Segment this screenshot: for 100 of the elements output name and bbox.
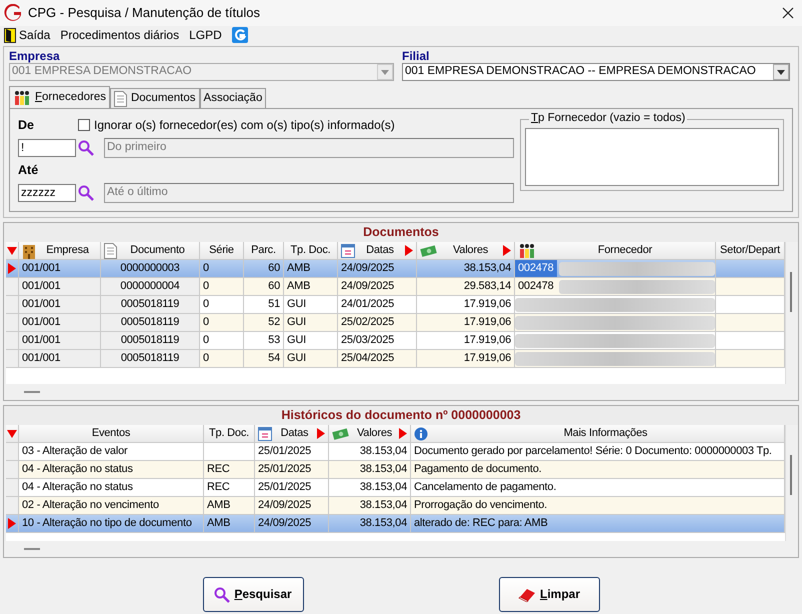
row-indicator[interactable] bbox=[6, 278, 19, 296]
table-cell: 0 bbox=[200, 314, 244, 332]
eraser-icon bbox=[518, 588, 536, 602]
action-button[interactable]: Limpar bbox=[498, 577, 600, 612]
table-cell: 10 - Alteração no tipo de documento bbox=[19, 515, 204, 533]
list-field[interactable] bbox=[525, 128, 779, 186]
row-indicator[interactable] bbox=[6, 350, 19, 368]
column-header[interactable]: Eventos bbox=[19, 425, 204, 443]
table-cell: 17.919,06 bbox=[417, 350, 515, 368]
table-cell: 0005018119 bbox=[101, 350, 200, 368]
column-header[interactable]: Valores bbox=[417, 242, 515, 260]
column-header[interactable]: Documento bbox=[101, 242, 200, 260]
calendar-icon bbox=[258, 426, 272, 440]
logo-icon bbox=[4, 4, 22, 22]
row-pointer-icon bbox=[8, 263, 16, 274]
search-icon[interactable] bbox=[78, 140, 94, 156]
selected-row[interactable]: 10 - Alteração no tipo de documento AMB 24/09/2025 38.153,04 alterado de: REC para: AMB bbox=[6, 515, 785, 533]
scrollbar[interactable] bbox=[785, 242, 796, 384]
table-cell: 25/01/2025 bbox=[255, 461, 329, 479]
window-title: CPG - Pesquisa / Manutenção de títulos bbox=[28, 5, 260, 21]
table-cell: AMB bbox=[204, 515, 255, 533]
row-indicator[interactable] bbox=[6, 461, 19, 479]
table-cell: 0 bbox=[200, 350, 244, 368]
table-cell: 001/001 bbox=[19, 314, 101, 332]
table-cell: alterado de: REC para: AMB bbox=[411, 515, 785, 533]
input-field[interactable]: zzzzzz bbox=[18, 184, 76, 202]
column-header[interactable]: Empresa bbox=[19, 242, 101, 260]
dropdown-field[interactable]: 001 EMPRESA DEMONSTRACAO -- EMPRESA DEMONSTRACAO bbox=[402, 63, 790, 82]
column-header[interactable]: Parc. bbox=[244, 242, 284, 260]
table-row[interactable]: 001/001 0005018119 0 52 GUI 25/02/2025 17.919,06 bbox=[6, 314, 785, 332]
row-pointer-icon bbox=[8, 518, 16, 529]
table-cell: 38.153,04 bbox=[329, 461, 411, 479]
close-icon[interactable] bbox=[782, 7, 794, 19]
table-cell: 52 bbox=[244, 314, 284, 332]
selected-row[interactable]: 001/001 0000000003 0 60 AMB 24/09/2025 38.153,04 002478 bbox=[6, 260, 785, 278]
tab[interactable]: Documentos bbox=[110, 88, 200, 108]
row-indicator[interactable] bbox=[6, 479, 19, 497]
building-icon bbox=[22, 242, 36, 258]
checkbox[interactable] bbox=[78, 119, 90, 131]
column-header[interactable]: Datas bbox=[338, 242, 417, 260]
group-title: Tp Fornecedor (vazio = todos) bbox=[529, 112, 688, 126]
table-cell: 0005018119 bbox=[101, 332, 200, 350]
description-field: Até o último bbox=[104, 183, 514, 204]
column-header[interactable]: Setor/Depart bbox=[716, 242, 785, 260]
column-header[interactable]: Mais Informações bbox=[411, 425, 785, 443]
table-cell: GUI bbox=[284, 350, 338, 368]
table-row[interactable]: 02 - Alteração no vencimento AMB 24/09/2025 38.153,04 Prorrogação do vencimento. bbox=[6, 497, 785, 515]
menu-item[interactable]: Saída bbox=[4, 28, 50, 42]
people-icon bbox=[13, 90, 31, 106]
column-header[interactable]: Valores bbox=[329, 425, 411, 443]
table-cell: 0000000004 bbox=[101, 278, 200, 296]
action-button[interactable]: Pesquisar bbox=[202, 577, 304, 612]
row-indicator[interactable] bbox=[6, 443, 19, 461]
dropdown-arrow-icon bbox=[777, 70, 785, 75]
tab[interactable]: Associação bbox=[200, 88, 266, 108]
table-cell: 001/001 bbox=[19, 350, 101, 368]
people-icon bbox=[518, 242, 536, 258]
row-indicator[interactable] bbox=[6, 515, 19, 533]
app-icon[interactable] bbox=[232, 27, 248, 43]
description-field: Do primeiro bbox=[104, 138, 514, 158]
table-cell: 25/04/2025 bbox=[338, 350, 417, 368]
table-row[interactable]: 001/001 0000000004 0 60 AMB 24/09/2025 29.583,14 002478 bbox=[6, 278, 785, 296]
table-cell: 0005018119 bbox=[101, 296, 200, 314]
field-label: Filial bbox=[402, 49, 430, 64]
calendar-icon bbox=[341, 244, 355, 258]
row-indicator[interactable] bbox=[6, 497, 19, 515]
document-icon bbox=[104, 242, 117, 258]
menu-item[interactable]: Procedimentos diários bbox=[60, 28, 180, 42]
search-icon[interactable] bbox=[78, 185, 94, 202]
row-indicator[interactable] bbox=[6, 296, 19, 314]
panel-title: Documentos bbox=[4, 223, 798, 242]
field-label: Empresa bbox=[9, 49, 61, 64]
column-header[interactable]: Fornecedor bbox=[515, 242, 716, 260]
table-cell: 24/09/2025 bbox=[338, 278, 417, 296]
info-icon bbox=[414, 426, 428, 440]
table-cell: 17.919,06 bbox=[417, 314, 515, 332]
table-row[interactable]: 001/001 0005018119 0 54 GUI 25/04/2025 17.919,06 bbox=[6, 350, 785, 368]
table-row[interactable]: 04 - Alteração no status REC 25/01/2025 38.153,04 Pagamento de documento. bbox=[6, 461, 785, 479]
table-cell: 04 - Alteração no status bbox=[19, 461, 204, 479]
table-cell: AMB bbox=[284, 278, 338, 296]
table-cell: 0 bbox=[200, 278, 244, 296]
input-field[interactable]: ! bbox=[18, 138, 76, 157]
column-header[interactable]: Tp. Doc. bbox=[284, 242, 338, 260]
table-cell: 54 bbox=[244, 350, 284, 368]
document-icon bbox=[114, 90, 127, 107]
column-header[interactable]: Série bbox=[200, 242, 244, 260]
sort-arrow-icon bbox=[7, 246, 17, 254]
field-label: Até bbox=[18, 163, 40, 178]
tab[interactable]: Fornecedores bbox=[9, 86, 110, 108]
scrollbar[interactable] bbox=[785, 425, 796, 541]
table-cell: 24/09/2025 bbox=[255, 515, 329, 533]
supplier-cell: 002478 bbox=[515, 278, 716, 296]
column-header[interactable]: Datas bbox=[255, 425, 329, 443]
table-cell: Pagamento de documento. bbox=[411, 461, 785, 479]
column-header[interactable]: Tp. Doc. bbox=[204, 425, 255, 443]
row-indicator[interactable] bbox=[6, 332, 19, 350]
menu-item[interactable]: LGPD bbox=[189, 28, 222, 42]
field-label: De bbox=[18, 118, 35, 133]
sort-arrow-icon bbox=[7, 430, 17, 438]
row-indicator[interactable] bbox=[6, 314, 19, 332]
